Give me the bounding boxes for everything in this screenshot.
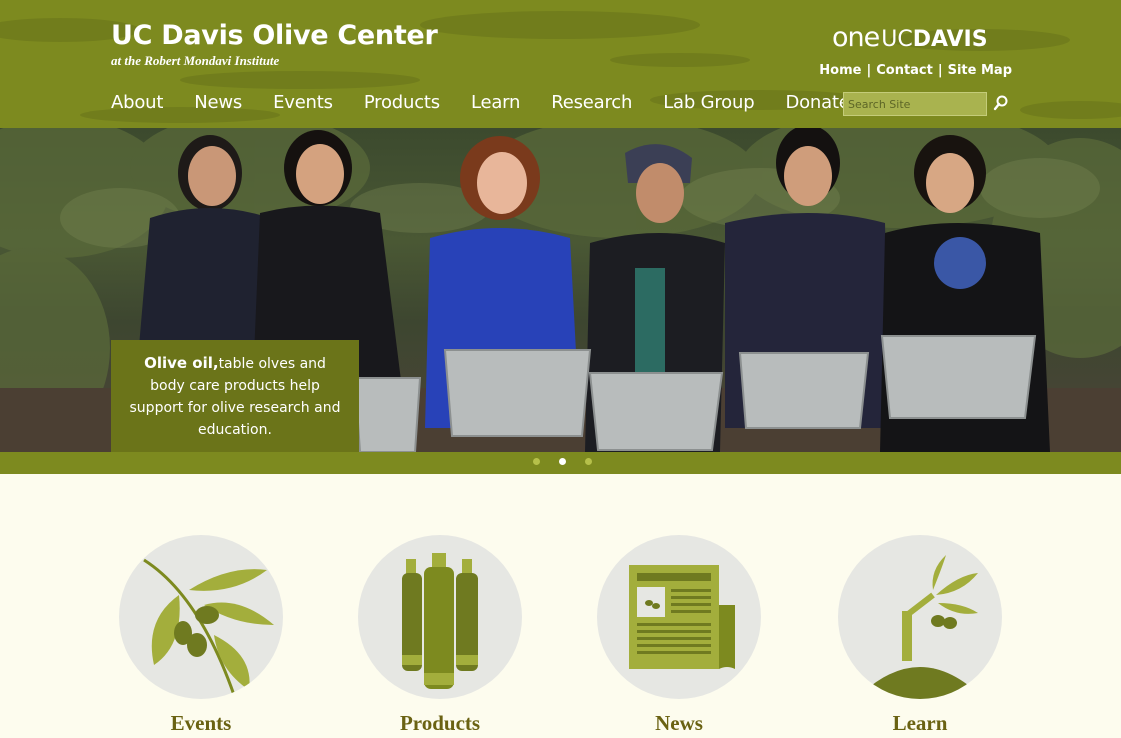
search-input[interactable]: [843, 92, 987, 116]
home-link[interactable]: Home: [819, 63, 861, 78]
separator: |: [866, 63, 872, 78]
site-map-link[interactable]: Site Map: [948, 63, 1012, 78]
slide-dot-1[interactable]: [533, 458, 540, 465]
nav-item-events[interactable]: Events: [273, 92, 333, 113]
olive-branch-icon: [143, 558, 274, 696]
logo-davis: DAVIS: [912, 27, 988, 52]
nav-item-about[interactable]: About: [111, 92, 163, 113]
nav-item-news[interactable]: News: [194, 92, 242, 113]
feature-learn[interactable]: Learn: [838, 535, 1002, 735]
search-icon[interactable]: [992, 94, 1010, 112]
products-circle[interactable]: [358, 535, 522, 699]
feature-news[interactable]: News: [597, 535, 761, 735]
nav-item-research[interactable]: Research: [551, 92, 632, 113]
main-nav: About News Events Products Learn Researc…: [111, 92, 881, 113]
nav-item-lab-group[interactable]: Lab Group: [663, 92, 754, 113]
feature-label[interactable]: News: [567, 711, 791, 736]
news-circle[interactable]: [597, 535, 761, 699]
slide-dot-2[interactable]: [559, 458, 566, 465]
events-circle[interactable]: [119, 535, 283, 699]
learn-circle[interactable]: [838, 535, 1002, 699]
one-ucdavis-logo[interactable]: one UC DAVIS: [832, 22, 988, 53]
nav-item-donate[interactable]: Donate: [785, 92, 849, 113]
caption-bold: Olive oil,: [144, 354, 219, 372]
site-header: UC Davis Olive Center at the Robert Mond…: [0, 0, 1121, 128]
site-subtitle: at the Robert Mondavi Institute: [111, 53, 280, 68]
hero-caption: Olive oil,table olves and body care prod…: [111, 340, 359, 452]
separator: |: [937, 63, 943, 78]
contact-link[interactable]: Contact: [876, 63, 933, 78]
logo-uc: UC: [881, 27, 913, 52]
site-title[interactable]: UC Davis Olive Center: [111, 20, 438, 51]
nav-item-learn[interactable]: Learn: [471, 92, 521, 113]
feature-label[interactable]: Events: [89, 711, 313, 736]
feature-label[interactable]: Learn: [808, 711, 1032, 736]
logo-one: one: [832, 22, 880, 53]
utility-links: Home | Contact | Site Map: [819, 63, 1012, 78]
olive-sapling-icon: [856, 555, 984, 699]
slide-dot-3[interactable]: [585, 458, 592, 465]
nav-item-products[interactable]: Products: [364, 92, 440, 113]
feature-events[interactable]: Events: [119, 535, 283, 735]
olive-oil-bottles-icon: [402, 553, 478, 689]
feature-label[interactable]: Products: [328, 711, 552, 736]
newspaper-icon: [629, 565, 735, 669]
feature-products[interactable]: Products: [358, 535, 522, 735]
